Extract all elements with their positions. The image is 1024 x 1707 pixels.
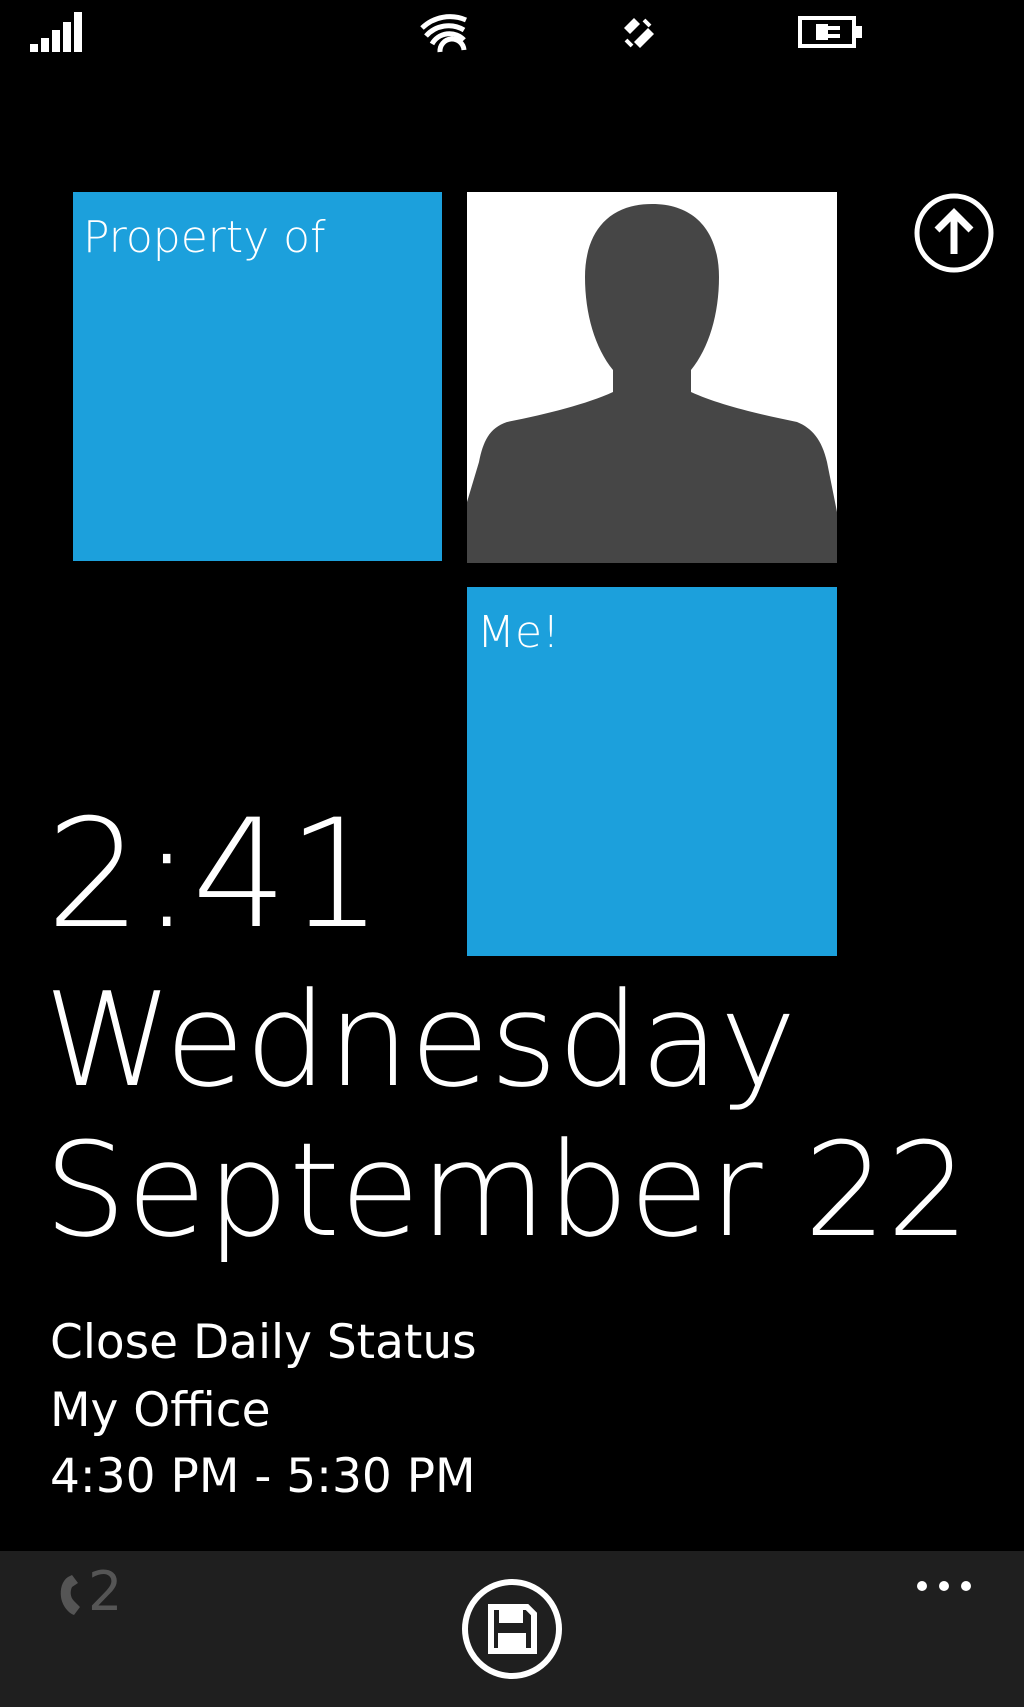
- appointment-title: Close Daily Status: [50, 1315, 477, 1370]
- person-silhouette-icon: [467, 204, 837, 563]
- me-tile[interactable]: Me!: [467, 587, 837, 956]
- wifi-icon: [420, 14, 468, 53]
- clock-time: 2:41: [46, 788, 383, 962]
- app-bar: 2: [0, 1551, 1024, 1707]
- battery-charging-icon: [798, 16, 862, 48]
- arrow-up-icon[interactable]: [913, 192, 995, 274]
- status-bar: [0, 0, 1024, 70]
- owner-tile-label: Property of: [83, 212, 326, 263]
- missed-calls-count: 2: [88, 1560, 123, 1623]
- contact-photo-tile[interactable]: [467, 192, 837, 563]
- vibrate-icon: [624, 18, 654, 48]
- me-tile-label: Me!: [477, 607, 560, 658]
- weekday-label: Wednesday: [44, 964, 797, 1116]
- ellipsis-icon[interactable]: [912, 1571, 976, 1601]
- signal-strength-icon: [30, 12, 82, 52]
- appointment-time: 4:30 PM - 5:30 PM: [50, 1449, 476, 1504]
- save-icon[interactable]: [460, 1577, 564, 1681]
- appointment-location: My Office: [50, 1383, 271, 1438]
- missed-calls-indicator: 2: [58, 1557, 122, 1627]
- phone-icon: [60, 1575, 80, 1616]
- date-label: September 22: [44, 1114, 970, 1266]
- owner-tile[interactable]: Property of: [73, 192, 442, 561]
